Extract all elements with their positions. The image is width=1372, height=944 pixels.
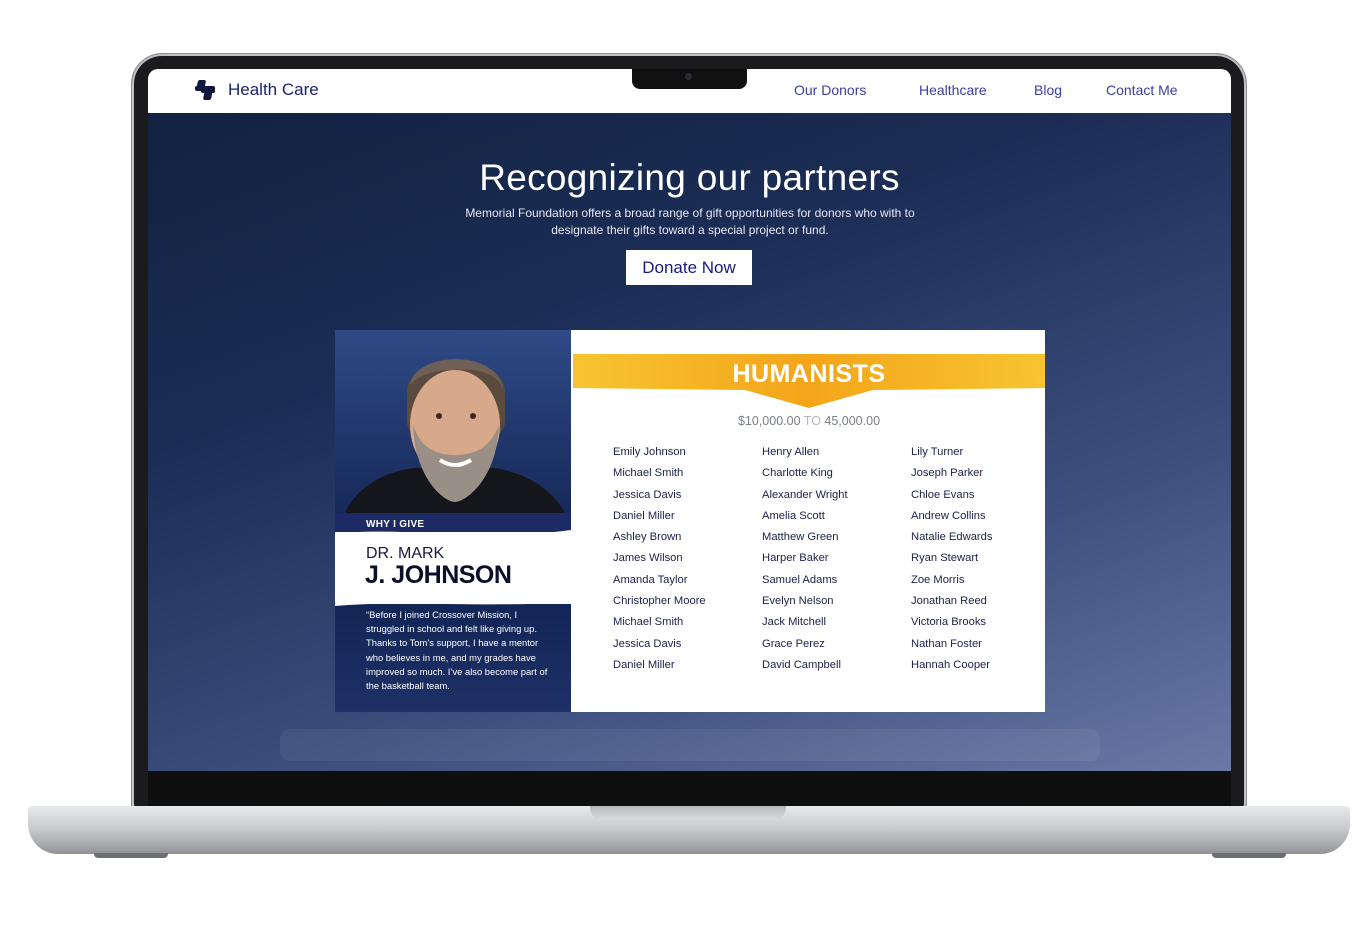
donor-name: Joseph Parker bbox=[911, 467, 984, 480]
tier-title: HUMANISTS bbox=[732, 360, 886, 388]
donor-name: Christopher Moore bbox=[613, 595, 706, 608]
donor-name: Grace Perez bbox=[762, 637, 825, 650]
laptop-foot-right bbox=[1212, 853, 1286, 858]
range-low: $10,000.00 bbox=[737, 414, 801, 428]
donor-name: Michael Smith bbox=[613, 616, 684, 629]
donor-name: Jessica Davis bbox=[613, 488, 682, 501]
donor-name: Alexander Wright bbox=[762, 488, 848, 501]
donor-name-panel: DR. MARK J. JOHNSON bbox=[335, 532, 571, 604]
page-title: Recognizing our partners bbox=[479, 157, 900, 198]
donor-column-1: Emily Johnson Michael Smith Jessica Davi… bbox=[613, 445, 763, 679]
donor-name: Lily Turner bbox=[911, 446, 964, 458]
donor-name: Harper Baker bbox=[762, 552, 829, 565]
donor-name-last: J. JOHNSON bbox=[365, 561, 512, 589]
donor-quote: “Before I joined Crossover Mission, I st… bbox=[366, 609, 548, 692]
camera-icon bbox=[685, 73, 692, 80]
range-high: 45,000.00 bbox=[824, 414, 881, 428]
brand-name: Health Care bbox=[228, 80, 319, 99]
donor-portrait-image bbox=[335, 330, 571, 513]
donor-name: Evelyn Nelson bbox=[762, 595, 834, 608]
donor-name: Daniel Miller bbox=[613, 658, 675, 671]
laptop-opening-notch bbox=[590, 806, 786, 820]
donor-name: Michael Smith bbox=[613, 467, 684, 480]
donor-name: Amelia Scott bbox=[762, 509, 825, 522]
donor-name: David Campbell bbox=[762, 658, 841, 671]
donor-name: Ashley Brown bbox=[613, 531, 682, 544]
donor-name: Samuel Adams bbox=[762, 573, 838, 586]
donor-name: Matthew Green bbox=[762, 531, 839, 544]
donor-name: Daniel Miller bbox=[613, 509, 675, 522]
nav-link-contact-me[interactable]: Contact Me bbox=[1106, 82, 1178, 98]
donate-now-button[interactable]: Donate Now bbox=[626, 250, 752, 285]
donor-name: Hannah Cooper bbox=[911, 658, 990, 671]
range-separator: TO bbox=[803, 414, 821, 428]
donor-name: Jonathan Reed bbox=[911, 595, 987, 608]
camera-notch bbox=[632, 69, 747, 89]
donor-name: Jessica Davis bbox=[613, 637, 682, 650]
profile-panel: WHY I GIVE DR. MARK J. JOHNSON “Before I… bbox=[335, 330, 571, 712]
donor-name: Emily Johnson bbox=[613, 446, 686, 458]
donor-name: Amanda Taylor bbox=[613, 573, 688, 586]
laptop-foot-left bbox=[94, 853, 168, 858]
tier-range: $10,000.00 TO 45,000.00 bbox=[573, 414, 1045, 428]
donor-column-3: Lily Turner Joseph Parker Chloe Evans An… bbox=[911, 445, 1061, 679]
donor-name: James Wilson bbox=[613, 552, 683, 565]
name-wave-bottom bbox=[335, 598, 571, 606]
screen: Health Care Our Donors Healthcare Blog C… bbox=[148, 69, 1231, 771]
donor-name: Natalie Edwards bbox=[911, 531, 993, 544]
donor-name: Zoe Morris bbox=[911, 573, 965, 586]
donor-name: Nathan Foster bbox=[911, 637, 982, 650]
donor-name: Henry Allen bbox=[762, 446, 820, 458]
donor-column-2: Henry Allen Charlotte King Alexander Wri… bbox=[762, 445, 912, 679]
dock bbox=[280, 729, 1100, 761]
donor-card: WHY I GIVE DR. MARK J. JOHNSON “Before I… bbox=[335, 330, 1045, 712]
nav-link-blog[interactable]: Blog bbox=[1034, 82, 1062, 98]
donor-name: Ryan Stewart bbox=[911, 552, 979, 565]
donor-name: Victoria Brooks bbox=[911, 616, 987, 629]
brand[interactable]: Health Care bbox=[195, 80, 319, 100]
donor-name: Andrew Collins bbox=[911, 509, 986, 522]
donor-name: Charlotte King bbox=[762, 467, 833, 480]
nav-link-healthcare[interactable]: Healthcare bbox=[919, 82, 987, 98]
hero-subtitle: Memorial Foundation offers a broad range… bbox=[465, 206, 915, 237]
laptop-bezel bbox=[148, 771, 1231, 807]
donor-name: Chloe Evans bbox=[911, 488, 975, 501]
nav-link-our-donors[interactable]: Our Donors bbox=[794, 82, 866, 98]
health-cross-icon bbox=[195, 80, 215, 100]
donor-name: Jack Mitchell bbox=[762, 616, 827, 629]
